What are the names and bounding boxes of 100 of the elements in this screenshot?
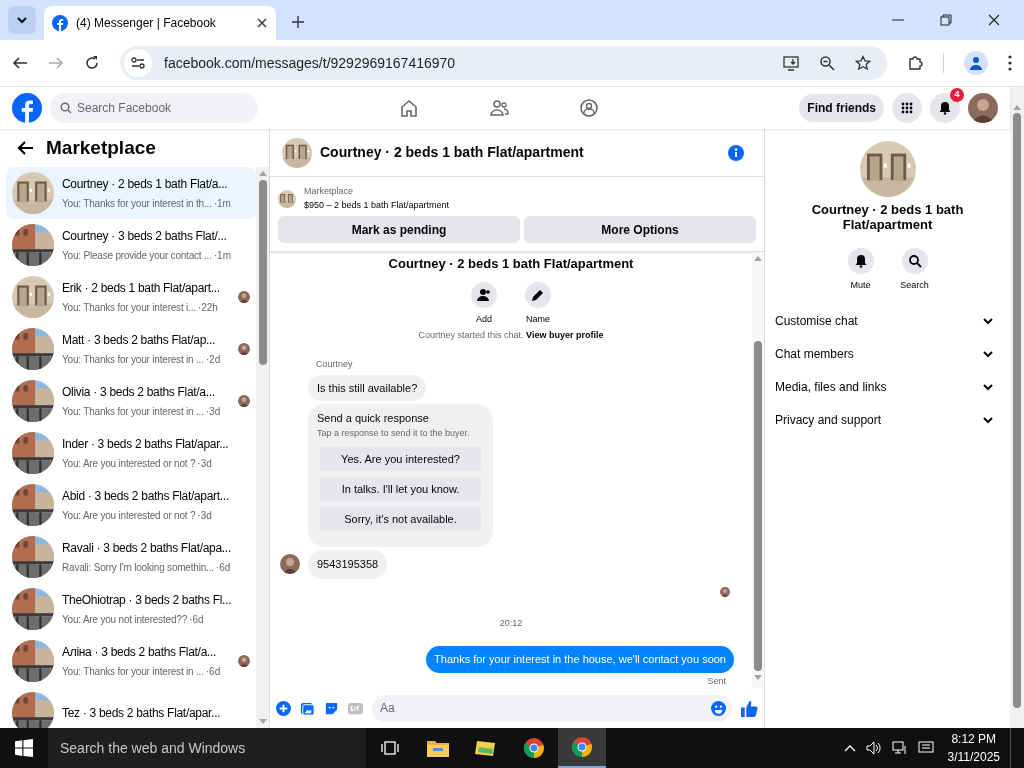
listing-action-button[interactable]: Mark as pending: [278, 216, 520, 243]
quick-reply-button[interactable]: Sorry, it's not available.: [320, 507, 481, 531]
message-preview: You: Are you interested or not ?: [62, 457, 196, 471]
details-section[interactable]: Privacy and support: [775, 403, 1000, 437]
details-section[interactable]: Chat members: [775, 337, 1000, 371]
restore-icon[interactable]: [940, 14, 952, 26]
back-icon[interactable]: [12, 55, 28, 71]
chrome-icon[interactable]: [523, 737, 545, 759]
bookmark-star-icon[interactable]: [855, 55, 871, 71]
conversation-name: Inder · 3 beds 2 baths Flat/apar...: [62, 436, 230, 453]
message-preview: You: Please provide your contact ...: [62, 249, 212, 263]
notification-center-icon[interactable]: [917, 741, 934, 755]
chat-title: Courtney · 2 beds 1 bath Flat/apartment: [320, 143, 585, 162]
close-icon[interactable]: [256, 17, 268, 29]
conversation-name: Tez · 3 beds 2 baths Flat/apar...: [62, 705, 222, 722]
conversation-item[interactable]: Courtney · 2 beds 1 bath Flat/a... You: Thanks for your interest in th... ·1m: [6, 167, 256, 219]
chevron-down-icon: [982, 315, 994, 327]
folder-icon[interactable]: [427, 739, 449, 757]
plus-icon[interactable]: [276, 700, 291, 716]
image-icon[interactable]: [300, 700, 315, 716]
chevron-down-icon: [982, 381, 994, 393]
address-bar[interactable]: facebook.com/messages/t/9292969167416970: [120, 46, 887, 80]
install-app-icon[interactable]: [783, 55, 799, 71]
search-field[interactable]: Search Facebook: [50, 93, 258, 123]
facebook-logo-icon: [52, 15, 68, 31]
chevron-up-icon[interactable]: [843, 744, 856, 752]
windows-start-icon[interactable]: [15, 739, 33, 757]
zoom-icon[interactable]: [819, 55, 835, 71]
menu-icon[interactable]: [1008, 55, 1012, 71]
close-icon[interactable]: [988, 14, 1000, 26]
extensions-icon[interactable]: [907, 55, 923, 71]
person-icon: [968, 55, 984, 71]
new-tab-icon[interactable]: [292, 16, 304, 28]
like-icon[interactable]: [741, 699, 758, 717]
name-button[interactable]: [525, 281, 551, 308]
conversation-item[interactable]: Olivia · 3 beds 2 baths Flat/a... You: Thanks for your interest in ... ·3d: [6, 375, 256, 427]
message-preview: You: Thanks for your interest in ...: [62, 353, 204, 367]
notifications-button[interactable]: [930, 93, 960, 123]
conversation-name: Courtney · 3 beds 2 baths Flat/...: [62, 228, 228, 245]
conversation-item[interactable]: TheOhiotrap · 3 beds 2 baths Fl... You: Are you not interested?? ·6d: [6, 583, 256, 635]
bell-icon: [853, 254, 868, 268]
scrollbar-thumb[interactable]: [258, 180, 267, 365]
reload-icon[interactable]: [84, 55, 100, 71]
site-settings-icon[interactable]: [130, 55, 146, 71]
conversation-item[interactable]: Erik · 2 beds 1 bath Flat/apart... You: Thanks for your interest i... ·22h: [6, 271, 256, 323]
taskbar-search-field[interactable]: Search the web and Windows: [48, 728, 366, 768]
conversation-heading: Courtney · 2 beds 1 bath Flat/apartment: [387, 255, 635, 273]
facebook-logo[interactable]: [12, 93, 42, 123]
details-section[interactable]: Customise chat: [775, 304, 1000, 338]
conversation-item[interactable]: Courtney · 3 beds 2 baths Flat/... You: Please provide your contact ... ·1m: [6, 219, 256, 271]
add-button[interactable]: [471, 281, 497, 308]
scrollbar-thumb[interactable]: [754, 341, 762, 671]
conversation-item[interactable]: Abid · 3 beds 2 baths Flat/apart... You: Are you interested or not ? ·3d: [6, 479, 256, 531]
listing-action-button[interactable]: More Options: [524, 216, 756, 243]
back-arrow-icon[interactable]: [16, 140, 34, 156]
message-time: ·6d: [189, 613, 204, 627]
active-taskbar-item[interactable]: [558, 728, 606, 768]
message-time: ·3d: [197, 509, 212, 523]
quick-reply-button[interactable]: In talks. I'll let you know.: [320, 477, 481, 501]
mute-button[interactable]: [847, 248, 874, 274]
groups-icon[interactable]: [578, 98, 599, 118]
quick-reply-button[interactable]: Yes. Are you interested?: [320, 447, 481, 471]
menu-button[interactable]: [892, 93, 922, 123]
message-preview: You: Thanks for your interest in ...: [62, 405, 204, 419]
task-view-icon[interactable]: [381, 740, 399, 756]
network-icon[interactable]: [891, 741, 908, 755]
speaker-icon[interactable]: [865, 741, 882, 755]
action-label: Search: [900, 279, 929, 292]
browser-tab[interactable]: (4) Messenger | Facebook: [44, 6, 276, 40]
grid-icon: [901, 102, 913, 114]
clock-time: 8:12 PM: [951, 731, 997, 748]
message-preview: You: Thanks for your interest in ...: [62, 665, 204, 679]
message-preview: Ravali: Sorry I'm looking somethin...: [62, 561, 214, 575]
emoji-icon[interactable]: [711, 700, 726, 716]
listing-title: $950 – 2 beds 1 bath Flat/apartment: [304, 198, 450, 212]
conversation-item[interactable]: Аліна · 3 beds 2 baths Flat/a... You: Thanks for your interest in ... ·6d: [6, 635, 256, 687]
message-input[interactable]: Aa: [372, 694, 732, 722]
home-icon[interactable]: [398, 98, 419, 118]
details-section[interactable]: Media, files and links: [775, 370, 1000, 404]
sticker-icon[interactable]: [324, 700, 339, 716]
conversation-item[interactable]: Inder · 3 beds 2 baths Flat/apar... You: Are you interested or not ? ·3d: [6, 427, 256, 479]
clock-date: 3/11/2025: [947, 749, 1000, 766]
message-time: ·3d: [197, 457, 212, 471]
profile-button[interactable]: [964, 51, 988, 75]
conversation-item[interactable]: Matt · 3 beds 2 baths Flat/ap... You: Thanks for your interest in ... ·2d: [6, 323, 256, 375]
app-icon[interactable]: [475, 739, 497, 757]
friends-icon[interactable]: [488, 98, 509, 118]
view-profile-link[interactable]: View buyer profile: [526, 329, 604, 340]
message-preview: You: Thanks for your interest i...: [62, 301, 196, 315]
search-button[interactable]: [901, 248, 928, 274]
details-title: Courtney · 2 beds 1 bath Flat/apartment: [810, 202, 965, 232]
conversation-item[interactable]: Ravali · 3 beds 2 baths Flat/apa... Ravali: Sorry I'm looking somethin... ·6d: [6, 531, 256, 583]
conversation-name: Erik · 2 beds 1 bath Flat/apart...: [62, 280, 221, 297]
find-friends-button[interactable]: Find friends: [799, 94, 884, 122]
scrollbar-thumb[interactable]: [1013, 113, 1021, 708]
notification-badge: 4: [950, 88, 964, 102]
message-time: ·22h: [197, 301, 218, 315]
tab-list-button[interactable]: [8, 6, 36, 34]
info-icon[interactable]: [728, 144, 744, 161]
dropdown-icon: [16, 14, 28, 26]
